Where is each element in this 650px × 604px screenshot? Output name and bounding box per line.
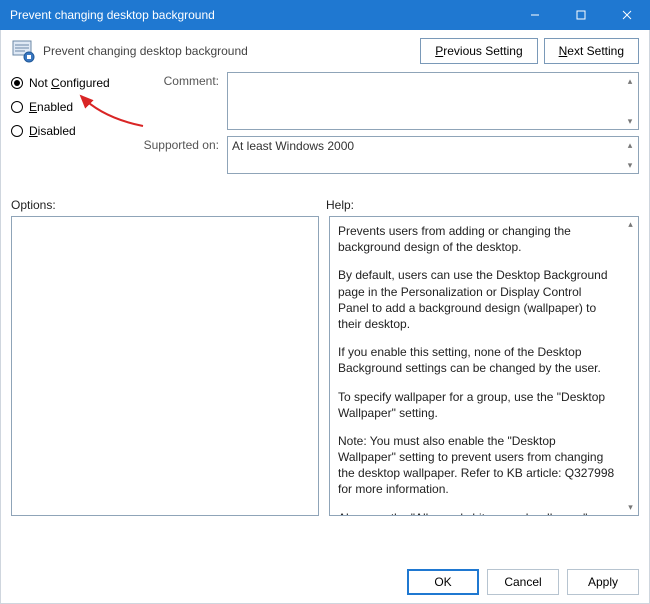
scroll-up-icon[interactable]: ▴: [623, 138, 637, 152]
help-paragraph: If you enable this setting, none of the …: [338, 344, 615, 376]
supported-on-label: Supported on:: [141, 136, 227, 154]
ok-button[interactable]: OK: [407, 569, 479, 595]
close-button[interactable]: [604, 0, 650, 30]
radio-label: Enabled: [29, 100, 73, 114]
radio-icon: [11, 101, 23, 113]
radio-not-configured[interactable]: Not Configured: [11, 76, 141, 90]
comment-label: Comment:: [141, 72, 227, 90]
options-box: [11, 216, 319, 516]
help-text: Prevents users from adding or changing t…: [330, 217, 623, 515]
title-bar: Prevent changing desktop background: [0, 0, 650, 30]
help-paragraph: Prevents users from adding or changing t…: [338, 223, 615, 255]
header-row: Prevent changing desktop background Prev…: [1, 30, 649, 72]
next-setting-button[interactable]: Next Setting: [544, 38, 639, 64]
help-paragraph: By default, users can use the Desktop Ba…: [338, 267, 615, 332]
radio-label: Not Configured: [29, 76, 110, 90]
policy-icon: [11, 39, 35, 63]
comment-input[interactable]: ▴ ▾: [227, 72, 639, 130]
policy-title: Prevent changing desktop background: [43, 44, 414, 58]
window-title: Prevent changing desktop background: [10, 8, 512, 22]
radio-label: Disabled: [29, 124, 76, 138]
help-box: Prevents users from adding or changing t…: [329, 216, 639, 516]
minimize-button[interactable]: [512, 0, 558, 30]
apply-button[interactable]: Apply: [567, 569, 639, 595]
scroll-down-icon[interactable]: ▾: [623, 114, 637, 128]
supported-on-text: At least Windows 2000: [232, 139, 354, 153]
radio-enabled[interactable]: Enabled: [11, 100, 141, 114]
maximize-button[interactable]: [558, 0, 604, 30]
state-radios: Not Configured Enabled Disabled: [11, 72, 141, 180]
help-scrollbar[interactable]: ▴ ▾: [623, 217, 638, 515]
help-paragraph: To specify wallpaper for a group, use th…: [338, 389, 615, 421]
help-paragraph: Also, see the "Allow only bitmapped wall…: [338, 510, 615, 515]
help-label: Help:: [326, 198, 639, 212]
supported-on-value: At least Windows 2000 ▴ ▾: [227, 136, 639, 174]
radio-disabled[interactable]: Disabled: [11, 124, 141, 138]
options-label: Options:: [11, 198, 326, 212]
scroll-down-icon[interactable]: ▾: [623, 158, 637, 172]
radio-icon: [11, 77, 23, 89]
radio-icon: [11, 125, 23, 137]
help-paragraph: Note: You must also enable the "Desktop …: [338, 433, 615, 498]
scroll-up-icon[interactable]: ▴: [623, 74, 637, 88]
previous-setting-button[interactable]: Previous Setting: [420, 38, 537, 64]
scroll-up-icon[interactable]: ▴: [628, 219, 633, 230]
cancel-button[interactable]: Cancel: [487, 569, 559, 595]
scroll-down-icon[interactable]: ▾: [628, 502, 633, 513]
